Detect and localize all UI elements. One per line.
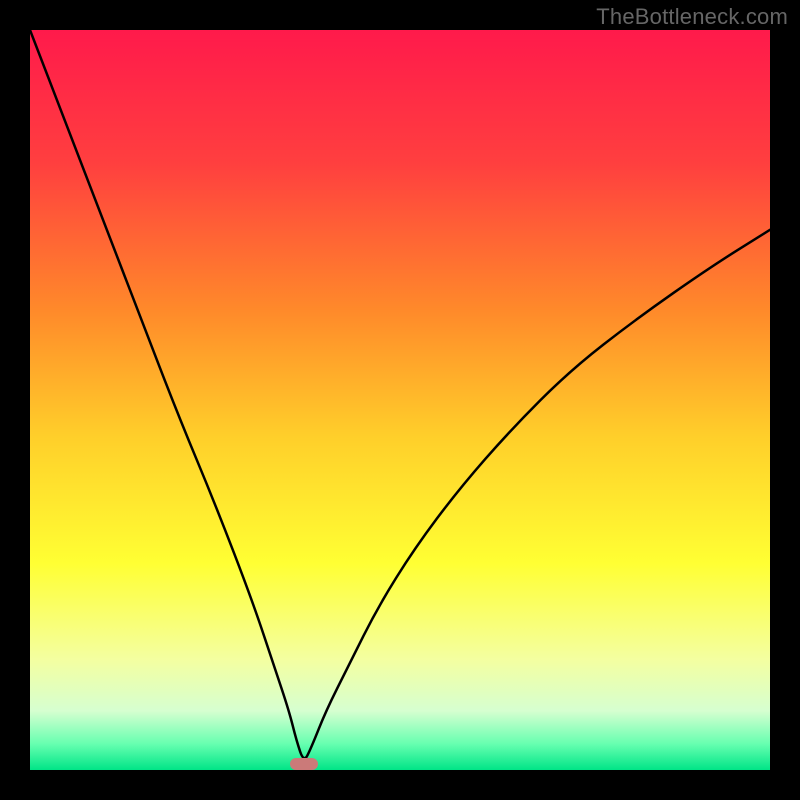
chart-frame: TheBottleneck.com xyxy=(0,0,800,800)
gradient-background xyxy=(30,30,770,770)
plot-area xyxy=(30,30,770,770)
watermark-text: TheBottleneck.com xyxy=(596,4,788,30)
min-marker xyxy=(290,758,318,770)
